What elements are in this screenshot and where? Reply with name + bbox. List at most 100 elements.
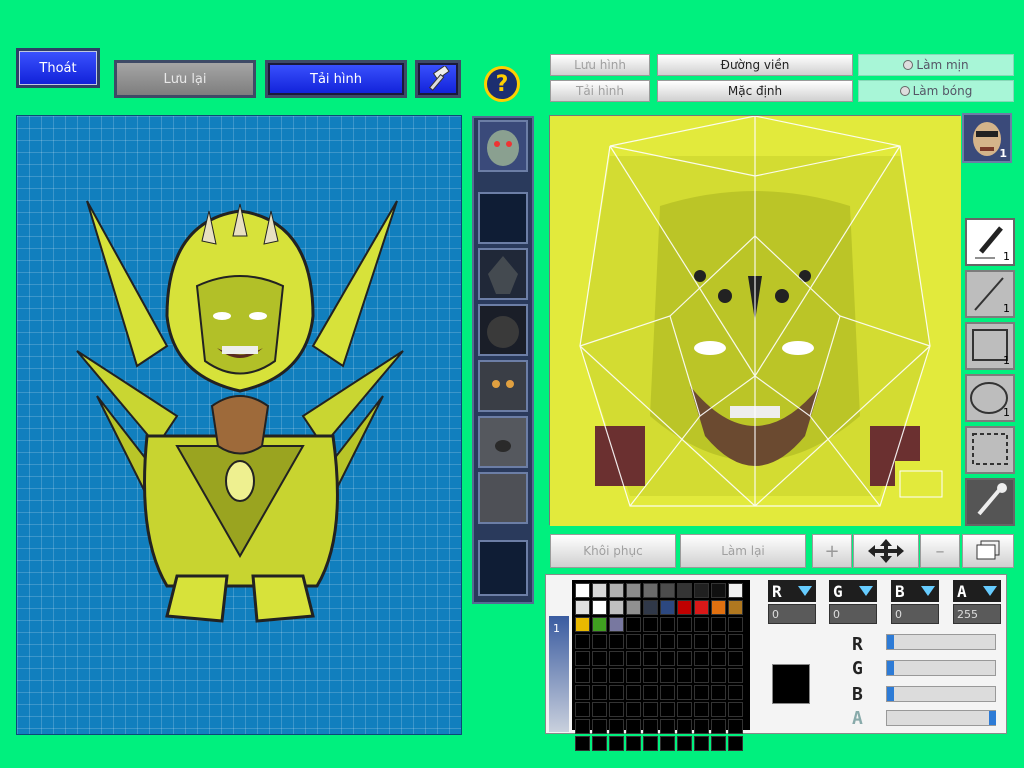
red-slider-knob[interactable] xyxy=(887,635,894,649)
palette-color-cell[interactable] xyxy=(677,719,692,734)
part-thumbnail-gray-1[interactable] xyxy=(478,416,528,468)
palette-color-cell[interactable] xyxy=(626,736,641,751)
palette-color-cell[interactable] xyxy=(592,719,607,734)
palette-color-cell[interactable] xyxy=(711,736,726,751)
palette-color-cell[interactable] xyxy=(728,702,743,717)
rectangle-tool[interactable]: 1 xyxy=(965,322,1015,370)
palette-color-cell[interactable] xyxy=(660,736,675,751)
part-thumbnail-head[interactable] xyxy=(478,120,528,172)
red-value-input[interactable]: 0 xyxy=(768,604,816,624)
shade-toggle[interactable]: Làm bóng xyxy=(858,80,1014,102)
save-image-button[interactable]: Lưu hình xyxy=(550,54,650,76)
palette-color-cell[interactable] xyxy=(626,634,641,649)
palette-color-cell[interactable] xyxy=(677,600,692,615)
palette-color-cell[interactable] xyxy=(728,634,743,649)
palette-color-cell[interactable] xyxy=(609,617,624,632)
eyedropper-tool[interactable] xyxy=(965,478,1015,526)
palette-color-cell[interactable] xyxy=(626,583,641,598)
model-preview-canvas[interactable] xyxy=(16,115,462,735)
palette-color-cell[interactable] xyxy=(626,617,641,632)
palette-color-cell[interactable] xyxy=(660,702,675,717)
palette-color-cell[interactable] xyxy=(677,617,692,632)
palette-color-cell[interactable] xyxy=(575,651,590,666)
palette-color-cell[interactable] xyxy=(728,600,743,615)
palette-color-cell[interactable] xyxy=(728,719,743,734)
palette-color-cell[interactable] xyxy=(694,583,709,598)
palette-color-cell[interactable] xyxy=(694,617,709,632)
smooth-toggle[interactable]: Làm mịn xyxy=(858,54,1014,76)
palette-color-cell[interactable] xyxy=(694,634,709,649)
outline-button[interactable]: Đường viền xyxy=(657,54,853,76)
exit-button[interactable]: Thoát xyxy=(16,48,100,88)
palette-color-cell[interactable] xyxy=(592,736,607,751)
palette-color-cell[interactable] xyxy=(609,685,624,700)
palette-color-cell[interactable] xyxy=(694,685,709,700)
palette-color-cell[interactable] xyxy=(643,583,658,598)
palette-color-cell[interactable] xyxy=(677,736,692,751)
palette-color-cell[interactable] xyxy=(728,583,743,598)
palette-color-cell[interactable] xyxy=(660,617,675,632)
palette-color-cell[interactable] xyxy=(643,736,658,751)
save-button[interactable]: Lưu lại xyxy=(114,60,256,98)
color-palette-grid[interactable] xyxy=(572,580,750,751)
palette-color-cell[interactable] xyxy=(694,736,709,751)
palette-color-cell[interactable] xyxy=(575,634,590,649)
palette-tab-1[interactable]: 1 xyxy=(553,622,560,635)
palette-color-cell[interactable] xyxy=(626,651,641,666)
palette-color-cell[interactable] xyxy=(643,685,658,700)
move-button[interactable] xyxy=(853,534,919,568)
palette-color-cell[interactable] xyxy=(575,583,590,598)
palette-color-cell[interactable] xyxy=(592,583,607,598)
palette-color-cell[interactable] xyxy=(728,736,743,751)
blue-value-input[interactable]: 0 xyxy=(891,604,939,624)
palette-color-cell[interactable] xyxy=(643,651,658,666)
palette-color-cell[interactable] xyxy=(711,634,726,649)
alpha-value-input[interactable]: 255 xyxy=(953,604,1001,624)
line-tool[interactable]: 1 xyxy=(965,270,1015,318)
palette-color-cell[interactable] xyxy=(711,668,726,683)
palette-color-cell[interactable] xyxy=(643,617,658,632)
help-button[interactable]: ? xyxy=(484,66,520,102)
marquee-tool[interactable] xyxy=(965,426,1015,474)
palette-color-cell[interactable] xyxy=(609,651,624,666)
green-slider-knob[interactable] xyxy=(887,661,894,675)
alpha-slider[interactable] xyxy=(886,710,996,726)
palette-color-cell[interactable] xyxy=(592,685,607,700)
palette-color-cell[interactable] xyxy=(677,685,692,700)
minus-button[interactable]: – xyxy=(920,534,960,568)
palette-color-cell[interactable] xyxy=(694,668,709,683)
texture-edit-canvas[interactable] xyxy=(549,115,961,526)
palette-color-cell[interactable] xyxy=(626,668,641,683)
green-value-input[interactable]: 0 xyxy=(829,604,877,624)
restore-button[interactable]: Khôi phục xyxy=(550,534,676,568)
load-image-button[interactable]: Tải hình xyxy=(550,80,650,102)
redo-button[interactable]: Làm lại xyxy=(680,534,806,568)
palette-color-cell[interactable] xyxy=(643,702,658,717)
blue-slider-knob[interactable] xyxy=(887,687,894,701)
palette-color-cell[interactable] xyxy=(592,651,607,666)
add-button[interactable]: + xyxy=(812,534,852,568)
part-thumbnail-empty-1[interactable] xyxy=(478,192,528,244)
palette-color-cell[interactable] xyxy=(660,719,675,734)
palette-color-cell[interactable] xyxy=(575,617,590,632)
reload-button[interactable]: Tải hình xyxy=(265,60,407,98)
palette-color-cell[interactable] xyxy=(575,668,590,683)
palette-color-cell[interactable] xyxy=(660,651,675,666)
palette-color-cell[interactable] xyxy=(677,668,692,683)
part-thumbnail-face[interactable] xyxy=(478,360,528,412)
palette-color-cell[interactable] xyxy=(660,583,675,598)
palette-color-cell[interactable] xyxy=(592,668,607,683)
palette-color-cell[interactable] xyxy=(592,600,607,615)
palette-color-cell[interactable] xyxy=(609,719,624,734)
palette-color-cell[interactable] xyxy=(677,702,692,717)
default-button[interactable]: Mặc định xyxy=(657,80,853,102)
palette-color-cell[interactable] xyxy=(728,668,743,683)
palette-color-cell[interactable] xyxy=(711,617,726,632)
part-thumbnail-armor-1[interactable] xyxy=(478,248,528,300)
palette-color-cell[interactable] xyxy=(643,634,658,649)
ellipse-tool[interactable]: 1 xyxy=(965,374,1015,422)
palette-color-cell[interactable] xyxy=(643,668,658,683)
palette-color-cell[interactable] xyxy=(626,719,641,734)
palette-color-cell[interactable] xyxy=(660,685,675,700)
palette-color-cell[interactable] xyxy=(711,600,726,615)
